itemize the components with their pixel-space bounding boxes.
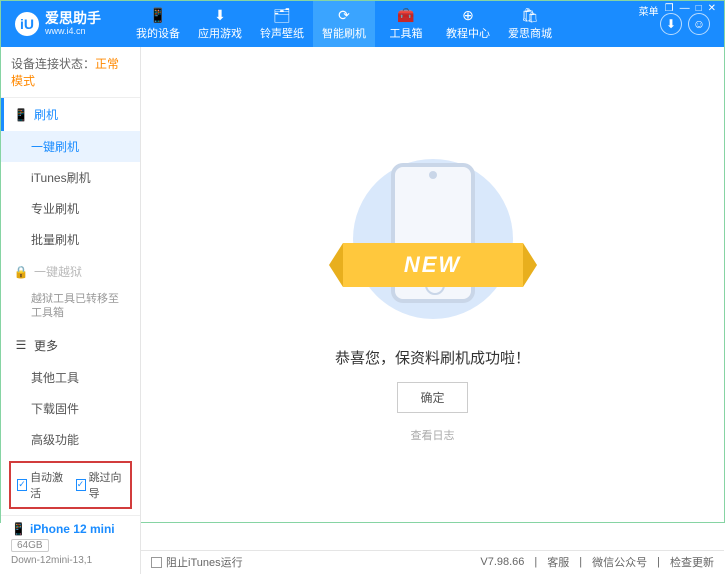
skip-guide-checkbox[interactable]: ✓跳过向导 — [76, 469, 125, 501]
toolbox-icon: 🧰 — [398, 7, 414, 23]
check-update-link[interactable]: 检查更新 — [670, 554, 714, 570]
sidebar-item-other-tools[interactable]: 其他工具 — [1, 362, 140, 393]
new-ribbon: NEW — [343, 243, 523, 287]
nav-ringtones[interactable]: 🗂铃声壁纸 — [251, 1, 313, 47]
sidebar-item-download-firmware[interactable]: 下载固件 — [1, 393, 140, 424]
flash-icon: ⟳ — [336, 7, 352, 23]
nav-apps-games[interactable]: ⬇应用游戏 — [189, 1, 251, 47]
device-storage: 64GB — [11, 539, 49, 552]
confirm-button[interactable]: 确定 — [397, 382, 467, 413]
app-url: www.i4.cn — [45, 27, 101, 37]
device-sub: Down-12mini-13,1 — [11, 555, 130, 566]
app-title: 爱思助手 — [45, 11, 101, 26]
connection-status: 设备连接状态：正常模式 — [1, 47, 140, 98]
flash-options-box: ✓自动激活 ✓跳过向导 — [9, 461, 132, 509]
ringtone-icon: 🗂 — [274, 7, 290, 23]
sidebar-item-itunes-flash[interactable]: iTunes刷机 — [1, 162, 140, 193]
wechat-link[interactable]: 微信公众号 — [592, 554, 647, 570]
version-label: V7.98.66 — [480, 556, 524, 568]
nav-tutorials[interactable]: ⊕教程中心 — [437, 1, 499, 47]
device-icon: 📱 — [11, 522, 26, 536]
nav-my-device[interactable]: 📱我的设备 — [127, 1, 189, 47]
tutorial-icon: ⊕ — [460, 7, 476, 23]
sidebar-section-jailbreak[interactable]: 🔒 一键越狱 — [1, 255, 140, 288]
success-message: 恭喜您，保资料刷机成功啦！ — [335, 347, 530, 368]
jailbreak-note: 越狱工具已转移至 工具箱 — [1, 288, 140, 329]
sidebar-item-batch-flash[interactable]: 批量刷机 — [1, 224, 140, 255]
apps-icon: ⬇ — [212, 7, 228, 23]
lock-icon: 🔒 — [14, 265, 28, 279]
view-log-link[interactable]: 查看日志 — [411, 427, 455, 443]
minimize-icon[interactable]: — — [680, 3, 690, 18]
main-content: NEW 恭喜您，保资料刷机成功啦！ 确定 查看日志 阻止iTunes运行 V7.… — [141, 47, 724, 574]
block-itunes-checkbox[interactable]: 阻止iTunes运行 — [151, 554, 243, 570]
nav-store[interactable]: 🛍爱思商城 — [499, 1, 561, 47]
menu-icon[interactable]: 菜单 — [639, 3, 659, 18]
customer-service-link[interactable]: 客服 — [547, 554, 569, 570]
app-logo: iU 爱思助手 www.i4.cn — [9, 11, 107, 36]
auto-activate-checkbox[interactable]: ✓自动激活 — [17, 469, 66, 501]
sidebar-item-advanced[interactable]: 高级功能 — [1, 424, 140, 455]
logo-badge-icon: iU — [15, 12, 39, 36]
sidebar: 设备连接状态：正常模式 📱 刷机 一键刷机 iTunes刷机 专业刷机 批量刷机… — [1, 47, 141, 574]
nav-smart-flash[interactable]: ⟳智能刷机 — [313, 1, 375, 47]
sidebar-item-one-click-flash[interactable]: 一键刷机 — [1, 131, 140, 162]
phone-icon: 📱 — [14, 108, 28, 122]
sidebar-section-more[interactable]: ☰ 更多 — [1, 329, 140, 362]
nav-toolbox[interactable]: 🧰工具箱 — [375, 1, 437, 47]
store-icon: 🛍 — [522, 7, 538, 23]
device-name: 📱iPhone 12 mini — [11, 522, 130, 536]
window-controls-top: 菜单 ❐ — □ ✕ — [639, 3, 716, 18]
list-icon: ☰ — [14, 338, 28, 352]
close-icon[interactable]: ✕ — [708, 3, 716, 18]
titlebar: iU 爱思助手 www.i4.cn 📱我的设备 ⬇应用游戏 🗂铃声壁纸 ⟳智能刷… — [1, 1, 724, 47]
top-nav: 📱我的设备 ⬇应用游戏 🗂铃声壁纸 ⟳智能刷机 🧰工具箱 ⊕教程中心 🛍爱思商城 — [127, 1, 660, 47]
restore-icon[interactable]: ❐ — [665, 3, 674, 18]
success-illustration: NEW — [333, 153, 533, 333]
sidebar-item-pro-flash[interactable]: 专业刷机 — [1, 193, 140, 224]
device-info[interactable]: 📱iPhone 12 mini 64GB Down-12mini-13,1 — [1, 515, 140, 574]
device-icon: 📱 — [150, 7, 166, 23]
sidebar-section-flash[interactable]: 📱 刷机 — [1, 98, 140, 131]
statusbar: 阻止iTunes运行 V7.98.66 | 客服 | 微信公众号 | 检查更新 — [141, 550, 724, 574]
maximize-icon[interactable]: □ — [696, 3, 702, 18]
